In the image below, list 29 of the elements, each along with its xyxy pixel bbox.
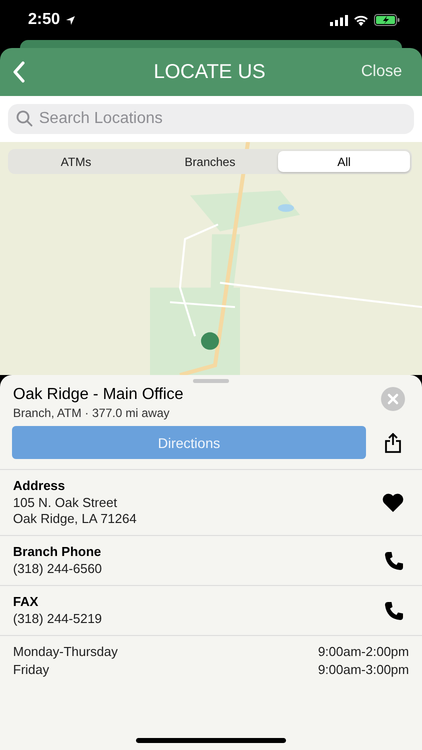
wifi-icon xyxy=(353,14,369,26)
location-arrow-icon xyxy=(65,14,76,26)
detail-value: (318) 244-6560 xyxy=(13,561,102,577)
heart-icon[interactable] xyxy=(382,493,404,512)
battery-icon xyxy=(374,14,400,26)
hours-days: Monday-Thursday xyxy=(13,644,118,660)
hours-time: 9:00am-2:00pm xyxy=(318,644,409,660)
search-field[interactable]: Search Locations xyxy=(8,104,414,134)
detail-label: FAX xyxy=(13,594,40,609)
hours-days: Friday xyxy=(13,662,50,678)
detail-value: (318) 244-5219 xyxy=(13,611,102,627)
detail-value: 105 N. Oak Street xyxy=(13,495,118,511)
detail-value: Oak Ridge, LA 71264 xyxy=(13,511,137,527)
filter-tab[interactable]: All xyxy=(278,151,410,172)
header-title: LOCATE US xyxy=(152,60,266,84)
signal-icon xyxy=(330,14,348,26)
search-icon xyxy=(16,110,33,127)
phone-icon[interactable] xyxy=(384,550,404,570)
filter-tab[interactable]: Branches xyxy=(144,151,276,172)
phone-icon[interactable] xyxy=(384,600,404,620)
detail-label: Address xyxy=(13,478,66,493)
location-subtitle: Branch, ATM · 377.0 mi away xyxy=(13,406,171,420)
share-icon[interactable] xyxy=(384,432,402,452)
hours-time: 9:00am-3:00pm xyxy=(318,662,409,678)
back-icon[interactable] xyxy=(12,61,26,83)
filter-tab[interactable]: ATMs xyxy=(10,151,142,172)
status-time: 2:50 xyxy=(28,11,60,29)
detail-label: Branch Phone xyxy=(13,544,102,559)
location-name: Oak Ridge - Main Office xyxy=(13,386,184,404)
